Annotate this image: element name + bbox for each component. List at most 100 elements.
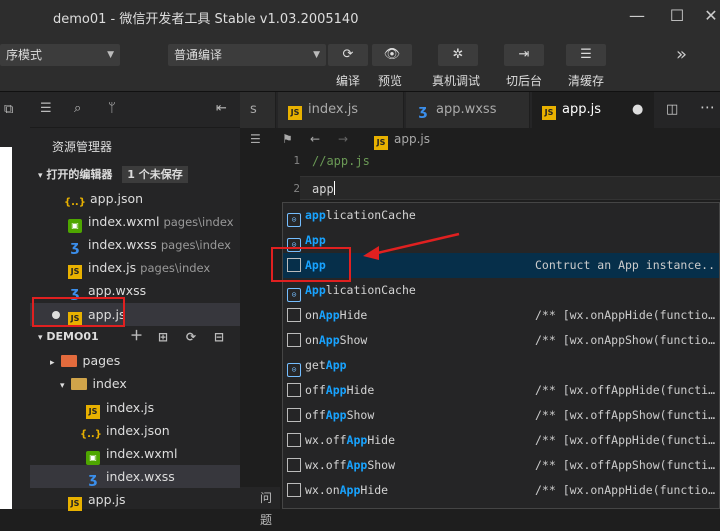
open-editors-header[interactable]: ▾ 打开的编辑器 1 个未保存 bbox=[30, 164, 240, 186]
json-file-icon: {..} bbox=[80, 429, 102, 440]
suggestion-detail: /** [wx.offAppHide(functi… bbox=[535, 433, 715, 447]
code-line-input[interactable]: app bbox=[312, 181, 335, 196]
code-line-comment[interactable]: //app.js bbox=[312, 154, 370, 168]
compile-select[interactable]: 普通编译 ▼ bbox=[168, 44, 326, 66]
new-file-icon[interactable]: ＋ bbox=[130, 326, 143, 348]
minimize-button[interactable]: — bbox=[626, 6, 648, 26]
annotation-box-sidebar bbox=[32, 297, 125, 327]
remote-debug-button[interactable]: ✲ bbox=[438, 44, 478, 66]
file-name: index.wxss bbox=[106, 469, 175, 484]
suggestion-item[interactable]: ⊙ applicationCache bbox=[283, 203, 719, 228]
maximize-button[interactable]: ☐ bbox=[666, 6, 688, 26]
tree-folder[interactable]: ▸ pages bbox=[30, 349, 240, 372]
tab-app-js[interactable]: JS app.js ● bbox=[532, 92, 654, 128]
tree-file[interactable]: JS app.js bbox=[30, 488, 240, 511]
new-folder-icon[interactable]: ⊞ bbox=[158, 326, 168, 348]
folder-icon bbox=[60, 355, 77, 367]
split-editor-icon[interactable]: ◫ bbox=[666, 102, 678, 117]
open-editor-item[interactable]: ▣ index.wxml pages\index bbox=[30, 210, 240, 233]
preview-button[interactable]: 👁 bbox=[372, 44, 412, 66]
suggestion-suffix: licationCache bbox=[325, 208, 416, 222]
bookmark-icon[interactable]: ⚑ bbox=[282, 128, 293, 150]
remote-debug-label[interactable]: 真机调试 bbox=[432, 72, 480, 89]
compile-button[interactable]: ⟳ bbox=[328, 44, 368, 66]
suggestion-item[interactable]: wx.offAppShow /** [wx.offAppShow(functi… bbox=[283, 453, 719, 478]
open-editor-item[interactable]: {..} app.json bbox=[30, 187, 240, 210]
suggestion-item[interactable]: onAppHide /** [wx.onAppHide(functio… bbox=[283, 303, 719, 328]
unsaved-dot-icon[interactable]: ● bbox=[632, 92, 643, 128]
mode-select-value: 序模式 bbox=[6, 48, 43, 62]
simulator-screen bbox=[0, 147, 12, 509]
file-path: pages\index bbox=[160, 238, 231, 252]
outline-icon[interactable]: ☰ bbox=[250, 128, 261, 150]
back-arrow-icon[interactable]: ← bbox=[310, 128, 320, 150]
suggestion-suffix: Show bbox=[367, 458, 396, 472]
tree-file[interactable]: {..} index.json bbox=[30, 419, 240, 442]
suggestion-prefix: get bbox=[305, 358, 326, 372]
suggestion-detail: /** [wx.onAppShow(functio… bbox=[535, 333, 715, 347]
tab-label: app.js bbox=[562, 102, 601, 117]
collapse-panel-icon[interactable]: ⇤ bbox=[216, 101, 227, 116]
suggestion-item[interactable]: wx.onAppHide /** [wx.onAppHide(functio… bbox=[283, 478, 719, 503]
suggestion-item[interactable]: wx.offAppHide /** [wx.offAppHide(functi… bbox=[283, 428, 719, 453]
background-label[interactable]: 切后台 bbox=[506, 72, 542, 89]
suggestion-match: App bbox=[346, 458, 368, 472]
panel-icon[interactable]: ⧉ bbox=[4, 102, 13, 117]
project-header[interactable]: ▾ DEMO01 ＋ ⊞ ⟳ ⊟ bbox=[30, 326, 240, 348]
title-bar: demo01 - 微信开发者工具 Stable v1.03.2005140 — … bbox=[0, 0, 720, 36]
breadcrumb-label: app.js bbox=[394, 132, 430, 146]
file-name: app.json bbox=[90, 191, 144, 206]
chevron-down-icon: ▼ bbox=[313, 50, 320, 60]
clear-cache-label[interactable]: 清缓存 bbox=[568, 72, 604, 89]
chevron-right-icon: ▸ bbox=[50, 358, 55, 368]
suggestion-detail: /** [wx.offAppShow(functi… bbox=[535, 458, 715, 472]
chevron-down-icon: ▾ bbox=[38, 171, 43, 181]
line-number: 1 bbox=[293, 154, 300, 167]
file-path: pages\index bbox=[163, 215, 234, 229]
js-file-icon: JS bbox=[542, 106, 556, 120]
typed-text: app bbox=[312, 182, 334, 196]
forward-arrow-icon[interactable]: → bbox=[338, 128, 348, 150]
suggestion-prefix: wx.off bbox=[305, 458, 347, 472]
suggestion-prefix: on bbox=[305, 333, 319, 347]
more-actions-icon[interactable]: ⋯ bbox=[700, 98, 715, 116]
tab-label: app.wxss bbox=[436, 102, 497, 117]
list-icon[interactable]: ☰ bbox=[40, 101, 52, 116]
branch-icon[interactable]: ᛘ bbox=[108, 101, 116, 116]
suggestion-item[interactable]: offAppShow /** [wx.offAppShow(functi… bbox=[283, 403, 719, 428]
suggestion-item[interactable]: offAppHide /** [wx.offAppHide(functi… bbox=[283, 378, 719, 403]
open-editor-item[interactable]: ʒ index.wxss pages\index bbox=[30, 233, 240, 256]
line-number: 2 bbox=[293, 182, 300, 195]
open-editor-item[interactable]: JS index.js pages\index bbox=[30, 256, 240, 279]
refresh-icon[interactable]: ⟳ bbox=[186, 326, 196, 348]
more-chevron-icon[interactable]: » bbox=[676, 44, 687, 65]
tree-file[interactable]: ▣ index.wxml bbox=[30, 442, 240, 465]
mode-select[interactable]: 序模式 ▼ bbox=[0, 44, 120, 66]
tab-index-js[interactable]: JS index.js bbox=[278, 92, 404, 128]
compile-label[interactable]: 编译 bbox=[336, 72, 360, 89]
preview-label[interactable]: 预览 bbox=[378, 72, 402, 89]
wxss-file-icon: ʒ bbox=[88, 471, 98, 487]
search-icon[interactable]: ⌕ bbox=[74, 101, 81, 116]
suggestion-item[interactable]: onAppShow /** [wx.onAppShow(functio… bbox=[283, 328, 719, 353]
annotation-arrow-icon bbox=[363, 232, 460, 260]
collapse-all-icon[interactable]: ⊟ bbox=[214, 326, 224, 348]
close-button[interactable]: ✕ bbox=[700, 6, 720, 26]
tree-folder[interactable]: ▾ index bbox=[30, 372, 240, 395]
chevron-down-icon: ▾ bbox=[38, 333, 43, 343]
tab-app-wxss[interactable]: ʒ app.wxss bbox=[406, 92, 530, 128]
function-icon bbox=[287, 433, 301, 447]
file-path: pages\index bbox=[140, 261, 211, 275]
breadcrumb-file[interactable]: JS app.js bbox=[374, 128, 430, 150]
simulator-edge: ⧉ bbox=[0, 92, 30, 509]
suggestion-item[interactable]: ⊙ getApp bbox=[283, 353, 719, 378]
background-button[interactable]: ⇥ bbox=[504, 44, 544, 66]
problems-tab[interactable]: 问题 bbox=[240, 487, 280, 527]
tree-file[interactable]: ʒ index.wxss bbox=[30, 465, 240, 488]
tab-partial[interactable]: s bbox=[240, 92, 276, 128]
suggestion-prefix: off bbox=[305, 383, 326, 397]
tree-file[interactable]: JS index.js bbox=[30, 396, 240, 419]
clear-cache-button[interactable]: ☰ bbox=[566, 44, 606, 66]
suggestion-suffix: licationCache bbox=[325, 283, 416, 297]
tab-label: s bbox=[250, 102, 257, 117]
